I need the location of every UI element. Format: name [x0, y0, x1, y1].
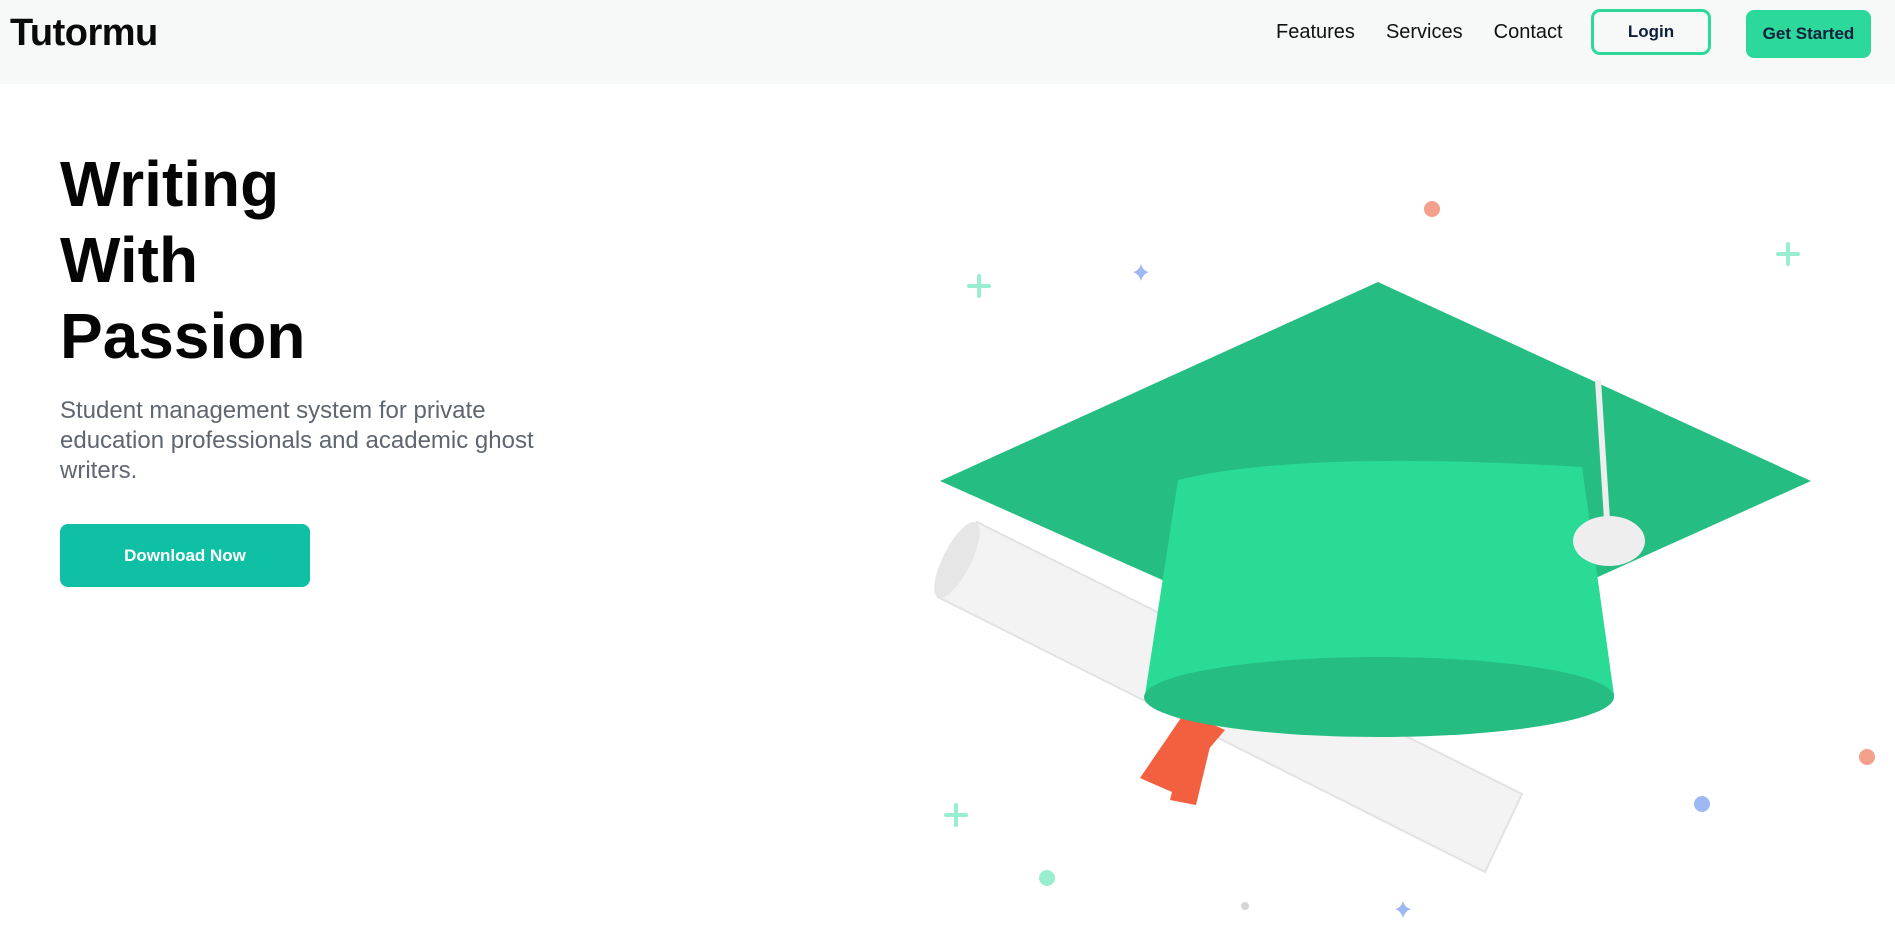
diploma-ribbon: [1140, 712, 1225, 805]
hero-title-line: With: [60, 224, 199, 296]
decor-dot-mint: [1039, 870, 1055, 886]
hero-title: Writing With Passion: [60, 146, 305, 374]
decor-sparkle-blue: [1395, 901, 1411, 918]
top-navbar: Tutormu Features Services Contact Login …: [0, 0, 1895, 84]
nav-link-features[interactable]: Features: [1276, 20, 1355, 44]
decor-dot-grey: [1241, 902, 1249, 910]
hero-subtitle: Student management system for private ed…: [60, 397, 534, 484]
brand-logo[interactable]: Tutormu: [10, 12, 158, 55]
decor-dot-blue: [1694, 796, 1710, 812]
get-started-button[interactable]: Get Started: [1746, 10, 1871, 58]
cap-tassel-button: [1573, 516, 1645, 566]
decor-dot-coral: [1859, 749, 1875, 765]
graduation-cap-diploma-icon: [934, 201, 1875, 918]
nav-link-services[interactable]: Services: [1386, 20, 1463, 44]
hero-title-line: Writing: [60, 148, 280, 220]
download-now-button[interactable]: Download Now: [60, 524, 310, 587]
decor-dot-coral: [1424, 201, 1440, 217]
hero-title-line: Passion: [60, 300, 306, 372]
login-button[interactable]: Login: [1591, 9, 1711, 55]
decor-sparkle-blue: [1133, 264, 1149, 281]
nav-link-contact[interactable]: Contact: [1494, 20, 1563, 44]
nav-links: Features Services Contact: [1276, 20, 1594, 44]
